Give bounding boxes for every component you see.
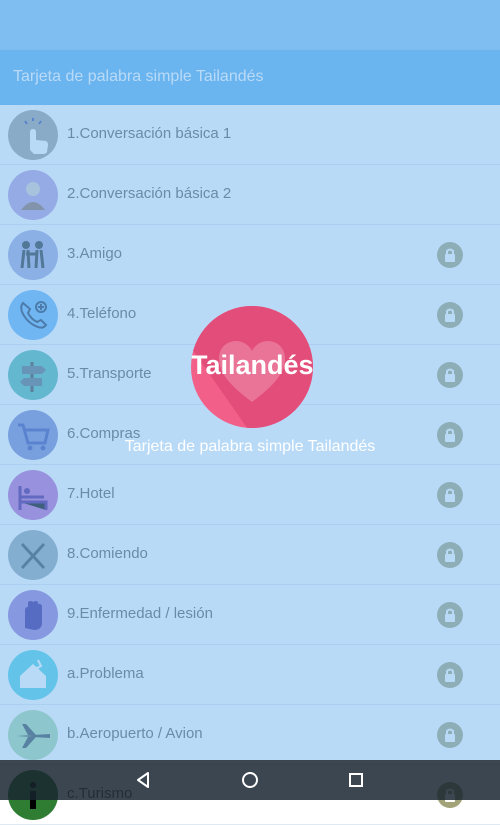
status-bar — [0, 0, 500, 50]
lock-icon — [445, 488, 455, 502]
back-icon — [137, 772, 149, 788]
navigation-bar — [0, 760, 500, 800]
lock-icon — [445, 608, 455, 622]
lock-badge — [437, 302, 463, 328]
friends-icon — [20, 241, 45, 269]
list-item[interactable]: 8.Comiendo — [0, 525, 500, 585]
category-avatar — [8, 470, 58, 520]
category-avatar — [8, 530, 58, 580]
category-avatar — [8, 350, 58, 400]
category-label: 2.Conversación básica 2 — [67, 185, 232, 202]
category-label: 5.Transporte — [67, 365, 152, 382]
lock-icon — [445, 728, 455, 742]
category-label: 9.Enfermedad / lesión — [67, 605, 213, 622]
lock-icon — [445, 668, 455, 682]
airplane-icon — [16, 724, 50, 748]
category-label: 1.Conversación básica 1 — [67, 125, 232, 142]
category-avatar — [8, 110, 58, 160]
home-button[interactable] — [238, 768, 262, 792]
signpost-icon — [20, 362, 46, 392]
splash-caption: Tarjeta de palabra simple Tailandés — [124, 438, 376, 455]
recents-icon — [349, 773, 363, 787]
recents-button[interactable] — [344, 768, 368, 792]
category-label: 7.Hotel — [67, 485, 115, 502]
splash-logo: Tailandés — [191, 306, 313, 428]
person-icon — [21, 182, 45, 210]
lock-badge — [437, 362, 463, 388]
splash-logo-text: Tailandés — [191, 350, 313, 380]
hand-stop-icon — [25, 601, 42, 630]
lock-badge — [437, 482, 463, 508]
lock-icon — [445, 248, 455, 262]
home-icon — [242, 772, 258, 788]
category-label: 8.Comiendo — [67, 545, 148, 562]
category-label: a.Problema — [67, 665, 144, 682]
lock-badge — [437, 662, 463, 688]
category-avatar — [8, 290, 58, 340]
fork-knife-icon — [20, 542, 46, 570]
lock-badge — [437, 542, 463, 568]
list-item[interactable]: 7.Hotel — [0, 465, 500, 525]
app-title: Tarjeta de palabra simple Tailandés — [13, 68, 264, 85]
app-bar: Tarjeta de palabra simple Tailandés — [0, 50, 500, 105]
bed-icon — [18, 486, 48, 510]
list-item[interactable]: a.Problema — [0, 645, 500, 705]
category-avatar — [8, 650, 58, 700]
list-item[interactable]: b.Aeropuerto / Avion — [0, 705, 500, 765]
house-damage-icon — [20, 659, 46, 688]
list-item[interactable]: 3.Amigo — [0, 225, 500, 285]
lock-badge — [437, 602, 463, 628]
category-avatar — [8, 710, 58, 760]
list-item[interactable]: 2.Conversación básica 2 — [0, 165, 500, 225]
category-label: b.Aeropuerto / Avion — [67, 725, 203, 742]
category-list[interactable]: 1.Conversación básica 1 2.Conversación bá… — [0, 105, 500, 825]
lock-icon — [445, 308, 455, 322]
list-item[interactable]: 9.Enfermedad / lesión — [0, 585, 500, 645]
lock-icon — [445, 548, 455, 562]
category-avatar — [8, 170, 58, 220]
tap-hand-icon — [24, 118, 48, 154]
category-avatar — [8, 230, 58, 280]
lock-badge — [437, 722, 463, 748]
phone-icon — [20, 301, 48, 329]
lock-badge — [437, 242, 463, 268]
category-label: 4.Teléfono — [67, 305, 137, 322]
back-button[interactable] — [131, 768, 155, 792]
category-avatar — [8, 590, 58, 640]
lock-icon — [445, 368, 455, 382]
list-item[interactable]: 1.Conversación básica 1 — [0, 105, 500, 165]
category-label: 3.Amigo — [67, 245, 123, 262]
